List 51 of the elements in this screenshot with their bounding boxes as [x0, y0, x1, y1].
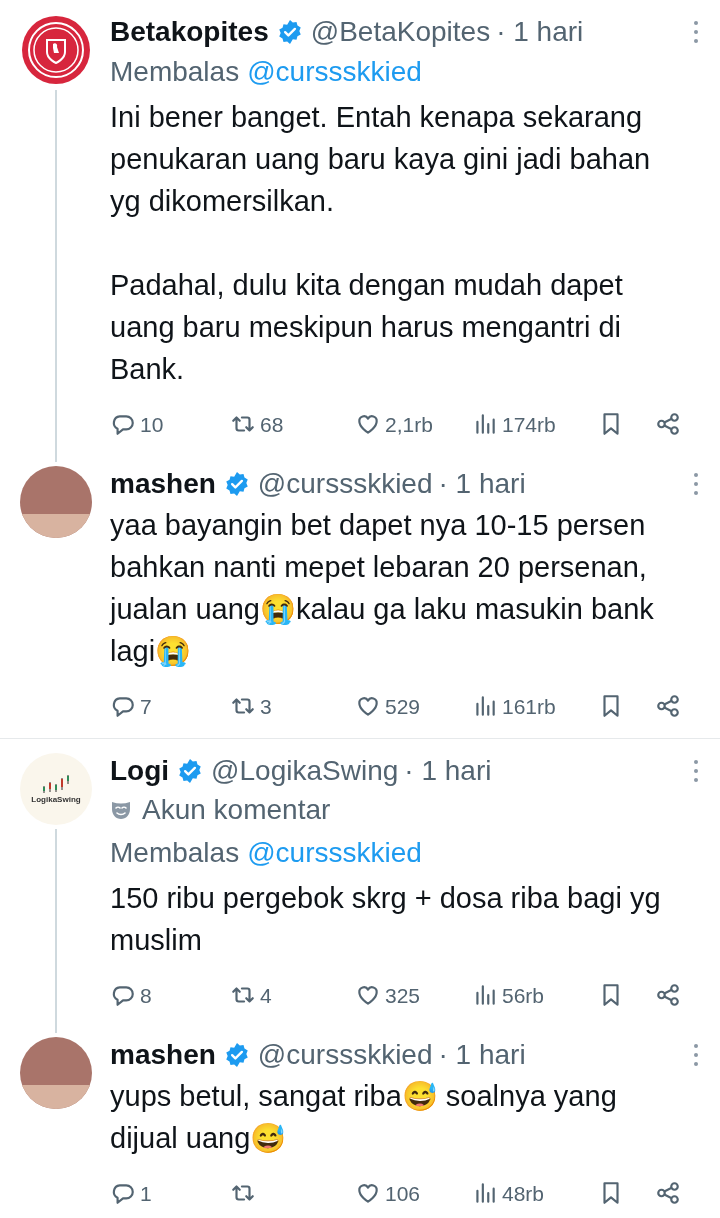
share-button[interactable]: [655, 982, 681, 1008]
repost-button[interactable]: 68: [230, 411, 355, 437]
share-icon: [655, 411, 681, 437]
user-handle: @curssskkied: [257, 470, 433, 498]
logo-text: LogikaSwing: [31, 796, 81, 804]
account-label: Akun komentar: [142, 796, 331, 824]
like-button[interactable]: 106: [355, 1180, 472, 1206]
views-button[interactable]: 174rb: [472, 411, 598, 437]
display-name: Betakopites: [110, 18, 269, 46]
timestamp: · 1 hari: [438, 470, 526, 498]
user-handle: @BetaKopites: [310, 18, 491, 46]
mask-icon: [110, 799, 132, 821]
repost-button[interactable]: 4: [230, 982, 355, 1008]
share-icon: [655, 982, 681, 1008]
repost-button[interactable]: 3: [230, 693, 355, 719]
timestamp: · 1 hari: [404, 757, 492, 785]
tweet-text: yaa bayangin bet dapet nya 10-15 persen bahkan nanti mepet lebaran 20 persenan, jualan uang😭kalau ga laku masukin bank lagi😭: [110, 508, 655, 669]
share-button[interactable]: [655, 411, 681, 437]
share-icon: [655, 1180, 681, 1206]
timestamp: · 1 hari: [438, 1041, 526, 1069]
more-options-icon[interactable]: [692, 758, 700, 784]
reply-button[interactable]: 7: [110, 693, 230, 719]
display-name: Logi: [110, 757, 170, 785]
user-handle: @curssskkied: [257, 1041, 433, 1069]
like-button[interactable]: 529: [355, 693, 472, 719]
more-options-icon[interactable]: [692, 471, 700, 497]
share-button[interactable]: [655, 693, 681, 719]
share-icon: [655, 693, 681, 719]
like-button[interactable]: 2,1rb: [355, 411, 472, 437]
display-name: mashen: [110, 470, 216, 498]
more-options-icon[interactable]: [692, 19, 700, 45]
like-button[interactable]: 325: [355, 982, 472, 1008]
club-crest-logo: [20, 14, 92, 86]
reply-button[interactable]: 10: [110, 411, 230, 437]
tweet-text: Padahal, dulu kita dengan mudah dapet uang baru meskipun harus mengantri di Bank.: [110, 268, 624, 387]
views-button[interactable]: 161rb: [472, 693, 598, 719]
share-button[interactable]: [655, 1180, 681, 1206]
tweet-text: Ini bener banget. Entah kenapa sekarang penukaran uang baru kaya gini jadi bahan yg dikomersilkan.: [110, 100, 652, 219]
reply-button[interactable]: 8: [110, 982, 230, 1008]
display-name: mashen: [110, 1041, 216, 1069]
reply-label: Membalas: [110, 839, 240, 867]
candlestick-chart-icon: [41, 774, 71, 794]
reply-label: Membalas: [110, 58, 240, 86]
views-button[interactable]: 56rb: [472, 982, 598, 1008]
timestamp: · 1 hari: [496, 18, 584, 46]
views-button[interactable]: 48rb: [472, 1180, 598, 1206]
tweet-text: 150 ribu pergebok skrg + dosa riba bagi yg muslim: [110, 881, 662, 958]
reply-button[interactable]: 1: [110, 1180, 230, 1206]
tweet-text: yups betul, sangat riba😅 soalnya yang dijual uang😅: [110, 1079, 618, 1156]
more-options-icon[interactable]: [692, 1042, 700, 1068]
user-handle: @LogikaSwing: [211, 757, 399, 785]
